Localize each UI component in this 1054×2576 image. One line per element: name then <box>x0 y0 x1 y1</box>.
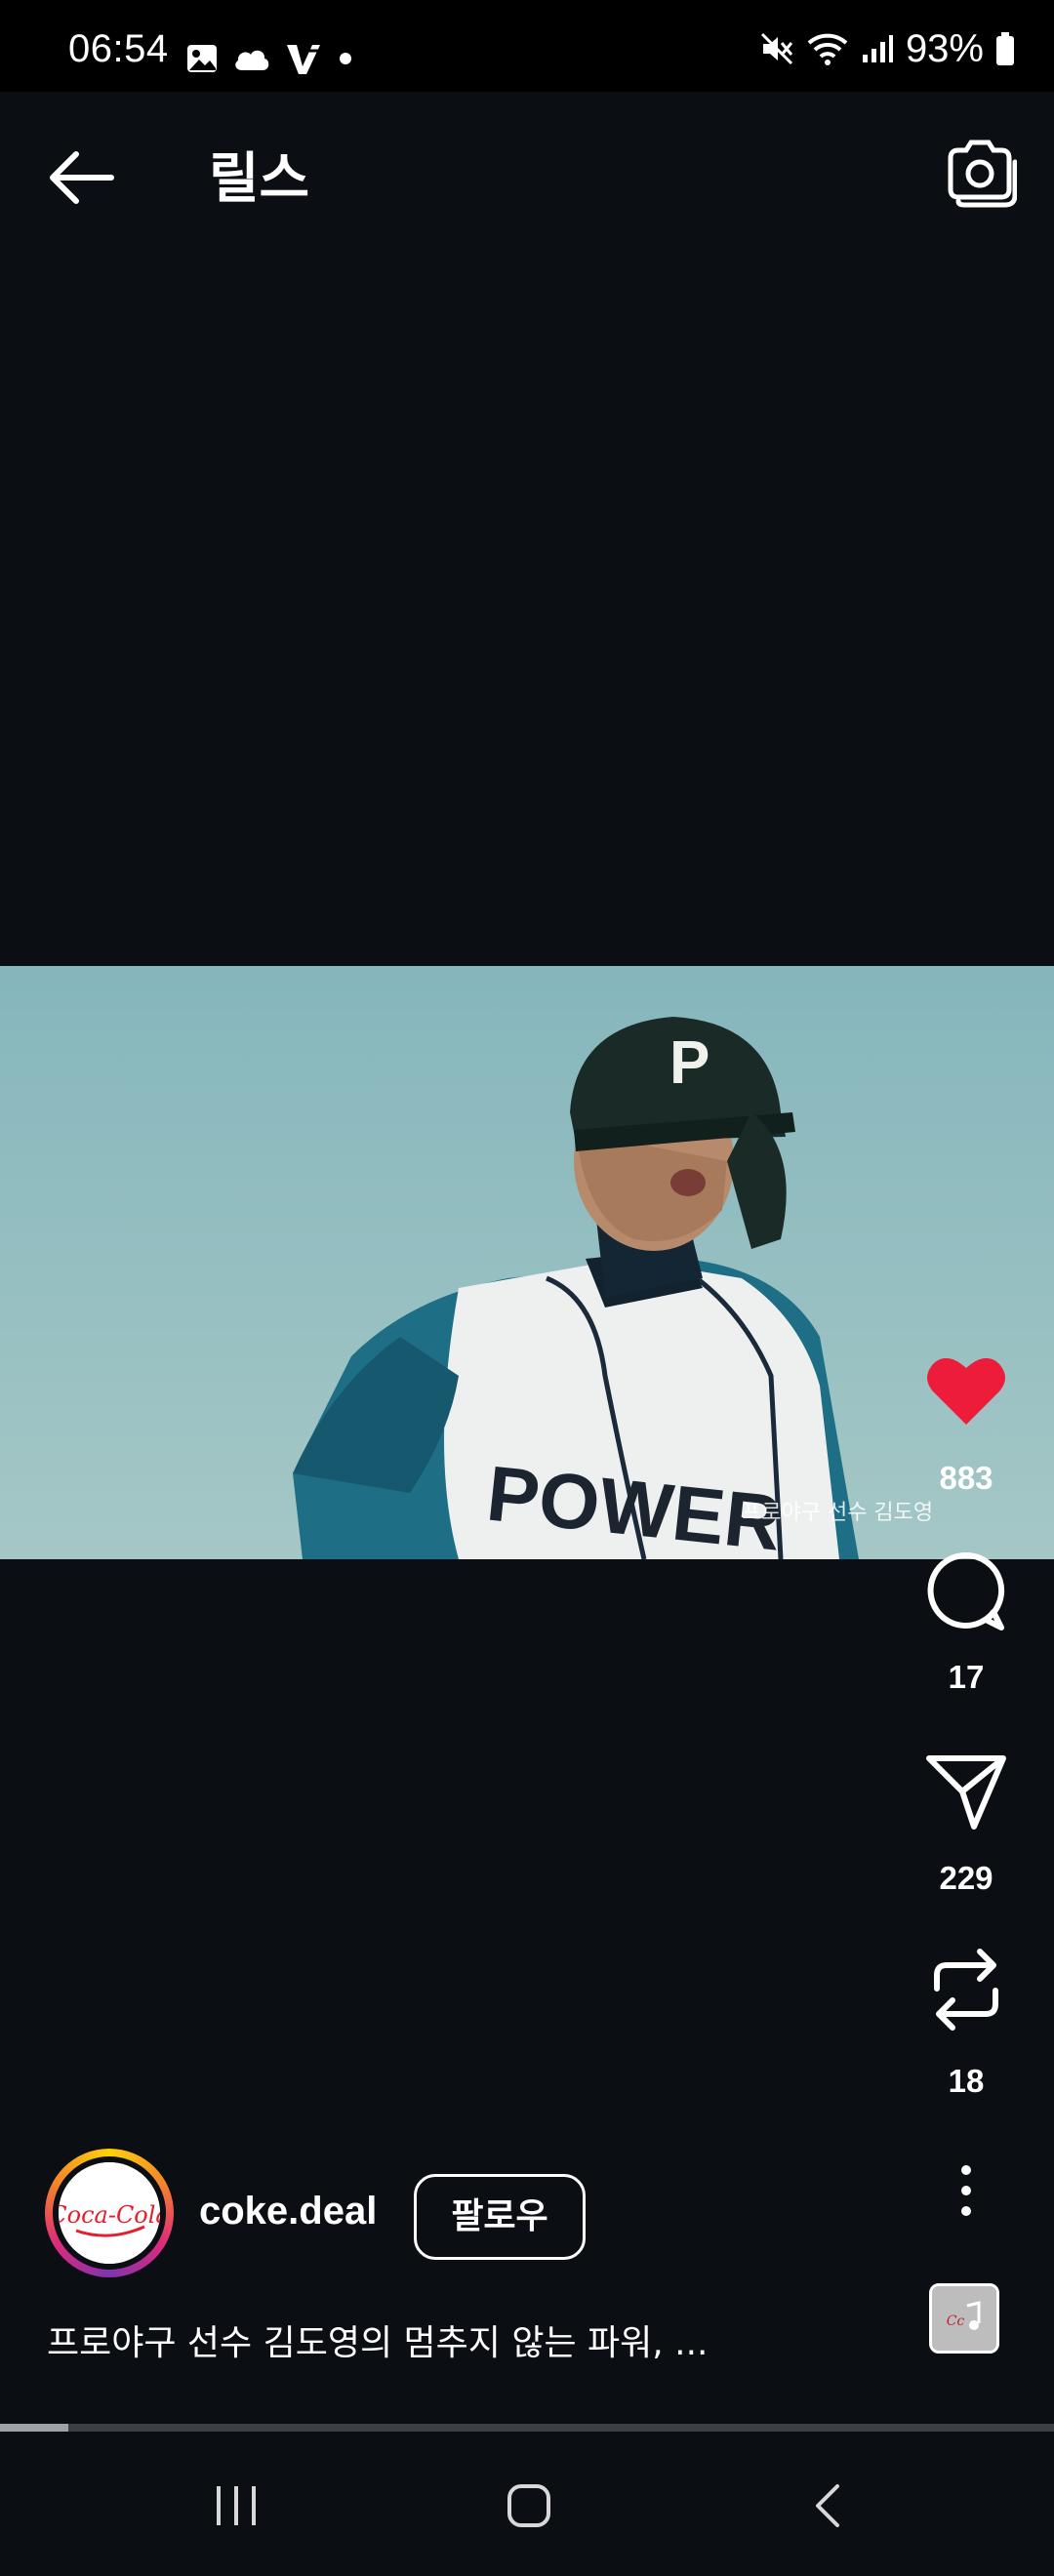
mute-icon <box>760 32 793 65</box>
coca-cola-logo-image: Coca-Cola <box>49 2162 170 2264</box>
video-frame-image: P POWER <box>0 966 1054 1559</box>
wifi-icon <box>807 33 848 65</box>
helmet-letter: P <box>669 1029 709 1097</box>
repost-icon[interactable] <box>925 1946 1007 2033</box>
svg-text:Cc: Cc <box>947 2314 965 2329</box>
home-icon[interactable] <box>506 2482 552 2529</box>
heart-icon[interactable] <box>925 1352 1007 1427</box>
back-arrow-icon[interactable] <box>47 142 117 213</box>
comment-action[interactable]: 17 <box>917 1550 1015 1695</box>
reel-video[interactable]: P POWER 프로야구 선수 김도영 <box>0 966 1054 1559</box>
video-progress-fill <box>0 2424 69 2432</box>
like-action[interactable]: 883 <box>917 1352 1015 1496</box>
status-left-icons <box>185 39 355 78</box>
avatar[interactable]: Coca-Cola <box>45 2149 174 2277</box>
share-count: 229 <box>939 1860 993 1896</box>
back-icon[interactable] <box>806 2482 853 2529</box>
audio-thumbnail[interactable]: Cc <box>929 2283 999 2354</box>
cloud-icon <box>235 50 269 70</box>
video-progress-bar[interactable] <box>0 2424 1054 2432</box>
gallery-icon <box>187 45 217 72</box>
system-nav-bar <box>0 2434 1054 2576</box>
status-time: 06:54 <box>68 27 169 70</box>
comment-count: 17 <box>948 1659 985 1695</box>
coca-cola-logo: Coca-Cola <box>49 2162 170 2264</box>
recents-icon[interactable] <box>213 2482 260 2529</box>
avatar-brand: Coca-Cola <box>59 2201 160 2229</box>
username[interactable]: coke.deal <box>199 2190 377 2234</box>
battery-icon <box>996 32 1014 65</box>
follow-button[interactable]: 팔로우 <box>414 2174 586 2260</box>
camera-icon[interactable] <box>943 139 1017 209</box>
send-icon[interactable] <box>925 1752 1007 1831</box>
battery-percentage: 93% <box>905 26 984 70</box>
dot-icon <box>340 53 351 64</box>
repost-action[interactable]: 18 <box>917 1946 1015 2099</box>
status-bar: 06:54 93% <box>0 0 1054 92</box>
signal-icon <box>862 35 893 62</box>
v-app-icon <box>287 45 320 74</box>
status-right-icons: 93% <box>759 26 1015 70</box>
caption[interactable]: 프로야구 선수 김도영의 멈추지 않는 파워, ... <box>47 2314 708 2365</box>
more-options[interactable] <box>917 2164 1015 2223</box>
repost-count: 18 <box>948 2063 985 2099</box>
comment-icon[interactable] <box>925 1550 1007 1631</box>
avatar-border: Coca-Cola <box>49 2156 170 2270</box>
page-title: 릴스 <box>209 147 310 211</box>
more-vertical-icon[interactable] <box>956 2164 976 2217</box>
header: 릴스 <box>0 92 1054 258</box>
like-count: 883 <box>939 1460 993 1496</box>
share-action[interactable]: 229 <box>917 1752 1015 1896</box>
music-note-icon: Cc <box>932 2286 996 2351</box>
video-watermark: 프로야구 선수 김도영 <box>742 1501 934 1525</box>
